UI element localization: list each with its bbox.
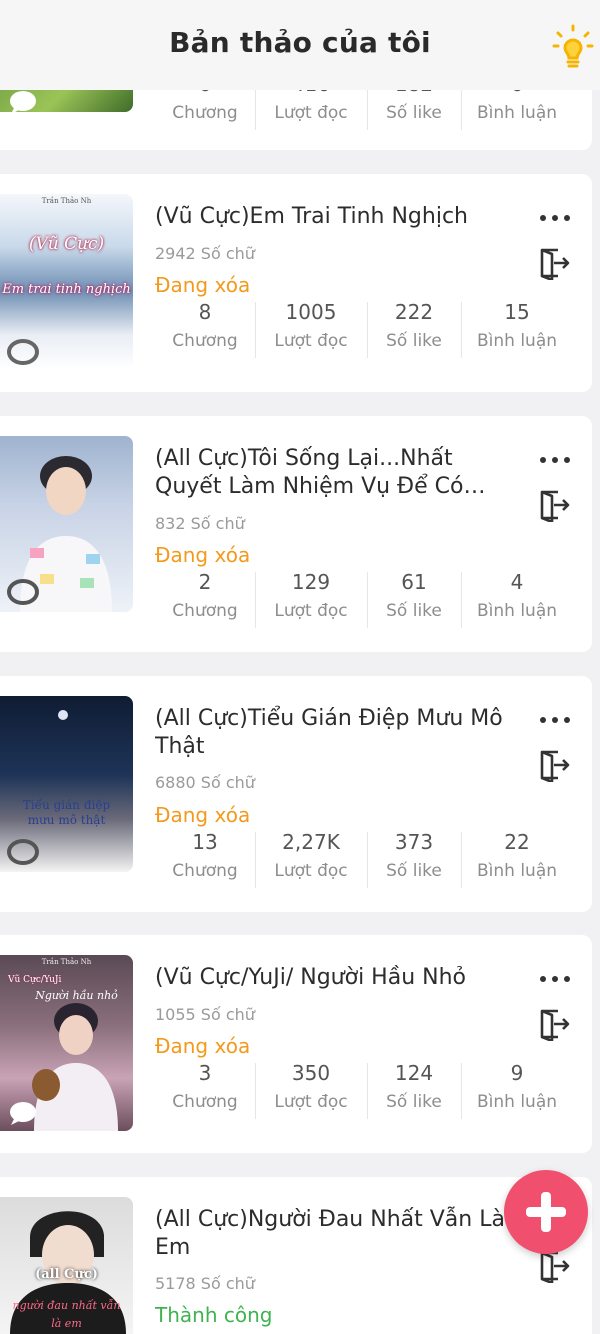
like-label: Số like (386, 331, 442, 351)
read-label: Lượt đọc (274, 601, 348, 621)
read-label: Lượt đọc (274, 1092, 348, 1112)
word-count: 832 Số chữ (155, 514, 245, 533)
book-card[interactable]: (All Cực)Tôi Sống Lại...Nhất Quyết Làm N… (0, 416, 592, 652)
book-title[interactable]: (All Cực)Tôi Sống Lại...Nhất Quyết Làm N… (155, 445, 505, 501)
app-header: Bản thảo của tôi (0, 0, 600, 90)
status-badge: Đang xóa (155, 1034, 251, 1058)
book-title[interactable]: (All Cực)Người Đau Nhất Vẫn Là Em (155, 1206, 505, 1262)
more-options-icon[interactable] (538, 457, 572, 467)
comment-bubble-icon (7, 339, 39, 365)
chapter-count: 13 (192, 830, 218, 854)
like-label: Số like (386, 1092, 442, 1112)
like-count: 61 (401, 570, 427, 594)
cover-author: Trần Thảo Nh (41, 197, 92, 205)
chapter-label: Chương (172, 103, 238, 123)
comment-label: Bình luận (476, 861, 558, 881)
unpublish-icon[interactable] (538, 1007, 572, 1041)
book-stats: 13 Chương 2,27K Lượt đọc 373 Số like 22 Bình… (155, 828, 575, 890)
unpublish-icon[interactable] (538, 488, 572, 522)
book-card[interactable]: Trần Thảo Nh (Vũ Cực) Em trai tinh nghịc… (0, 174, 592, 392)
book-card[interactable]: Tiểu gián điệp mưu mô thật (All Cực)Tiểu… (0, 676, 592, 912)
more-options-icon[interactable] (538, 976, 572, 986)
status-badge: Đang xóa (155, 803, 251, 827)
read-count: 1005 (285, 300, 337, 324)
comment-bubble-icon (7, 839, 39, 865)
unpublish-icon[interactable] (538, 246, 572, 280)
chapter-label: Chương (172, 331, 238, 351)
page-title: Bản thảo của tôi (169, 26, 431, 59)
book-stats: 3 Chương 350 Lượt đọc 124 Số like 9 Bình luậ… (155, 1059, 575, 1121)
like-count: 373 (394, 830, 434, 854)
book-card[interactable]: Trần Thảo Nh Vũ Cực/YuJi Người hầu nhỏ (… (0, 935, 592, 1153)
chapter-label: Chương (172, 1092, 238, 1112)
status-badge: Thành công (155, 1303, 273, 1327)
chapter-count: 3 (198, 1061, 212, 1085)
read-label: Lượt đọc (274, 103, 348, 123)
comment-bubble-icon (10, 1102, 36, 1125)
read-count: 350 (291, 1061, 331, 1085)
like-count: 222 (394, 300, 434, 324)
cover-tag: (Vũ Cực) (28, 234, 105, 254)
word-count: 1055 Số chữ (155, 1005, 255, 1024)
comment-bubble-icon (10, 91, 36, 112)
read-label: Lượt đọc (274, 861, 348, 881)
book-title[interactable]: (All Cực)Tiểu Gián Điệp Mưu Mô Thật (155, 705, 505, 761)
book-title[interactable]: (Vũ Cực)Em Trai Tinh Nghịch (155, 203, 505, 231)
book-cover[interactable]: Tiểu gián điệp mưu mô thật (0, 696, 133, 872)
cover-tag: (all Cực) (35, 1267, 98, 1282)
word-count: 2942 Số chữ (155, 244, 255, 263)
status-badge: Đang xóa (155, 273, 251, 297)
comment-count: 15 (504, 300, 530, 324)
chapter-count: 8 (198, 300, 212, 324)
cover-title: người đau nhất vẫn là em (12, 1299, 121, 1330)
comment-bubble-icon (7, 579, 39, 605)
read-count: 2,27K (282, 830, 340, 854)
unpublish-icon[interactable] (538, 1249, 572, 1283)
cover-title: Em trai tinh nghịch (2, 282, 131, 297)
more-options-icon[interactable] (538, 215, 572, 225)
book-stats: 2 Chương 129 Lượt đọc 61 Số like 4 Bình luận (155, 568, 575, 630)
like-count: 124 (394, 1061, 434, 1085)
like-label: Số like (386, 601, 442, 621)
lightbulb-icon[interactable] (552, 24, 594, 70)
comment-label: Bình luận (476, 331, 558, 351)
like-label: Số like (386, 861, 442, 881)
comment-count: 9 (510, 1061, 524, 1085)
word-count: 5178 Số chữ (155, 1274, 255, 1293)
comment-label: Bình luận (476, 601, 558, 621)
book-stats: 8 Chương 1005 Lượt đọc 222 Số like 15 Bình l… (155, 298, 575, 360)
more-options-icon[interactable] (538, 717, 572, 727)
add-draft-button[interactable] (504, 1170, 588, 1254)
book-cover[interactable]: (all Cực) người đau nhất vẫn là em (0, 1197, 133, 1334)
comment-count: 22 (504, 830, 530, 854)
book-title[interactable]: (Vũ Cực/YuJi/ Người Hầu Nhỏ (155, 964, 505, 992)
word-count: 6880 Số chữ (155, 773, 255, 792)
chapter-count: 2 (198, 570, 212, 594)
book-cover[interactable]: Trần Thảo Nh Vũ Cực/YuJi Người hầu nhỏ (0, 955, 133, 1131)
comment-label: Bình luận (476, 103, 558, 123)
book-cover[interactable] (0, 436, 133, 612)
comment-count: 4 (510, 570, 524, 594)
book-cover[interactable]: Trần Thảo Nh (Vũ Cực) Em trai tinh nghịc… (0, 194, 133, 370)
read-count: 129 (291, 570, 331, 594)
unpublish-icon[interactable] (538, 748, 572, 782)
comment-label: Bình luận (476, 1092, 558, 1112)
moon (58, 710, 68, 720)
like-label: Số like (386, 103, 442, 123)
read-label: Lượt đọc (274, 331, 348, 351)
cover-title: Tiểu gián điệp mưu mô thật (22, 798, 111, 827)
chapter-label: Chương (172, 601, 238, 621)
status-badge: Đang xóa (155, 543, 251, 567)
book-card[interactable]: (all Cực) người đau nhất vẫn là em (All … (0, 1177, 592, 1334)
chapter-label: Chương (172, 861, 238, 881)
